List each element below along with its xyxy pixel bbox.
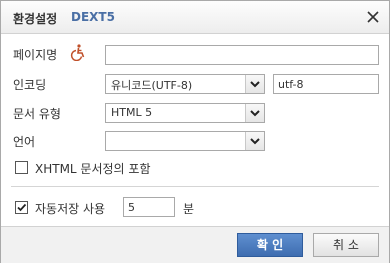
close-icon bbox=[367, 11, 379, 23]
autosave-minutes-input[interactable] bbox=[123, 197, 175, 217]
wheelchair-icon bbox=[69, 43, 87, 62]
close-button[interactable] bbox=[365, 9, 381, 25]
language-select[interactable] bbox=[105, 131, 265, 151]
language-label: 언어 bbox=[13, 135, 36, 149]
section-divider bbox=[11, 186, 379, 187]
xhtml-checkbox[interactable] bbox=[15, 161, 28, 174]
xhtml-label: XHTML 문서정의 포함 bbox=[35, 162, 151, 176]
autosave-label: 자동저장 사용 bbox=[35, 202, 106, 216]
chevron-down-icon bbox=[245, 75, 264, 93]
chevron-down-icon bbox=[245, 132, 264, 150]
chevron-down-icon bbox=[245, 104, 264, 122]
dialog-footer: 확 인 취 소 bbox=[1, 226, 389, 263]
page-name-label: 페이지명 bbox=[13, 48, 58, 62]
autosave-unit: 분 bbox=[183, 202, 195, 216]
dialog-title: 환경설정 bbox=[13, 12, 58, 26]
doc-type-label: 문서 유형 bbox=[13, 107, 61, 121]
dialog-titlebar: 환경설정 DEXT5 bbox=[1, 1, 389, 34]
encoding-select[interactable]: 유니코드(UTF-8) bbox=[105, 74, 265, 94]
dialog-product-name: DEXT5 bbox=[71, 10, 115, 24]
doc-type-select[interactable]: HTML 5 bbox=[105, 103, 265, 123]
encoding-selected: 유니코드(UTF-8) bbox=[111, 79, 193, 92]
encoding-value-input[interactable] bbox=[273, 74, 379, 94]
autosave-checkbox[interactable] bbox=[15, 201, 28, 214]
checkmark-icon bbox=[17, 203, 27, 212]
doc-type-selected: HTML 5 bbox=[111, 106, 153, 119]
settings-dialog: 환경설정 DEXT5 페이지명 인코딩 유니코드(UTF-8) 문서 유형 HT… bbox=[0, 0, 390, 263]
cancel-button[interactable]: 취 소 bbox=[313, 233, 379, 257]
encoding-label: 인코딩 bbox=[13, 78, 47, 92]
page-name-input[interactable] bbox=[105, 45, 379, 65]
ok-button[interactable]: 확 인 bbox=[237, 233, 303, 257]
